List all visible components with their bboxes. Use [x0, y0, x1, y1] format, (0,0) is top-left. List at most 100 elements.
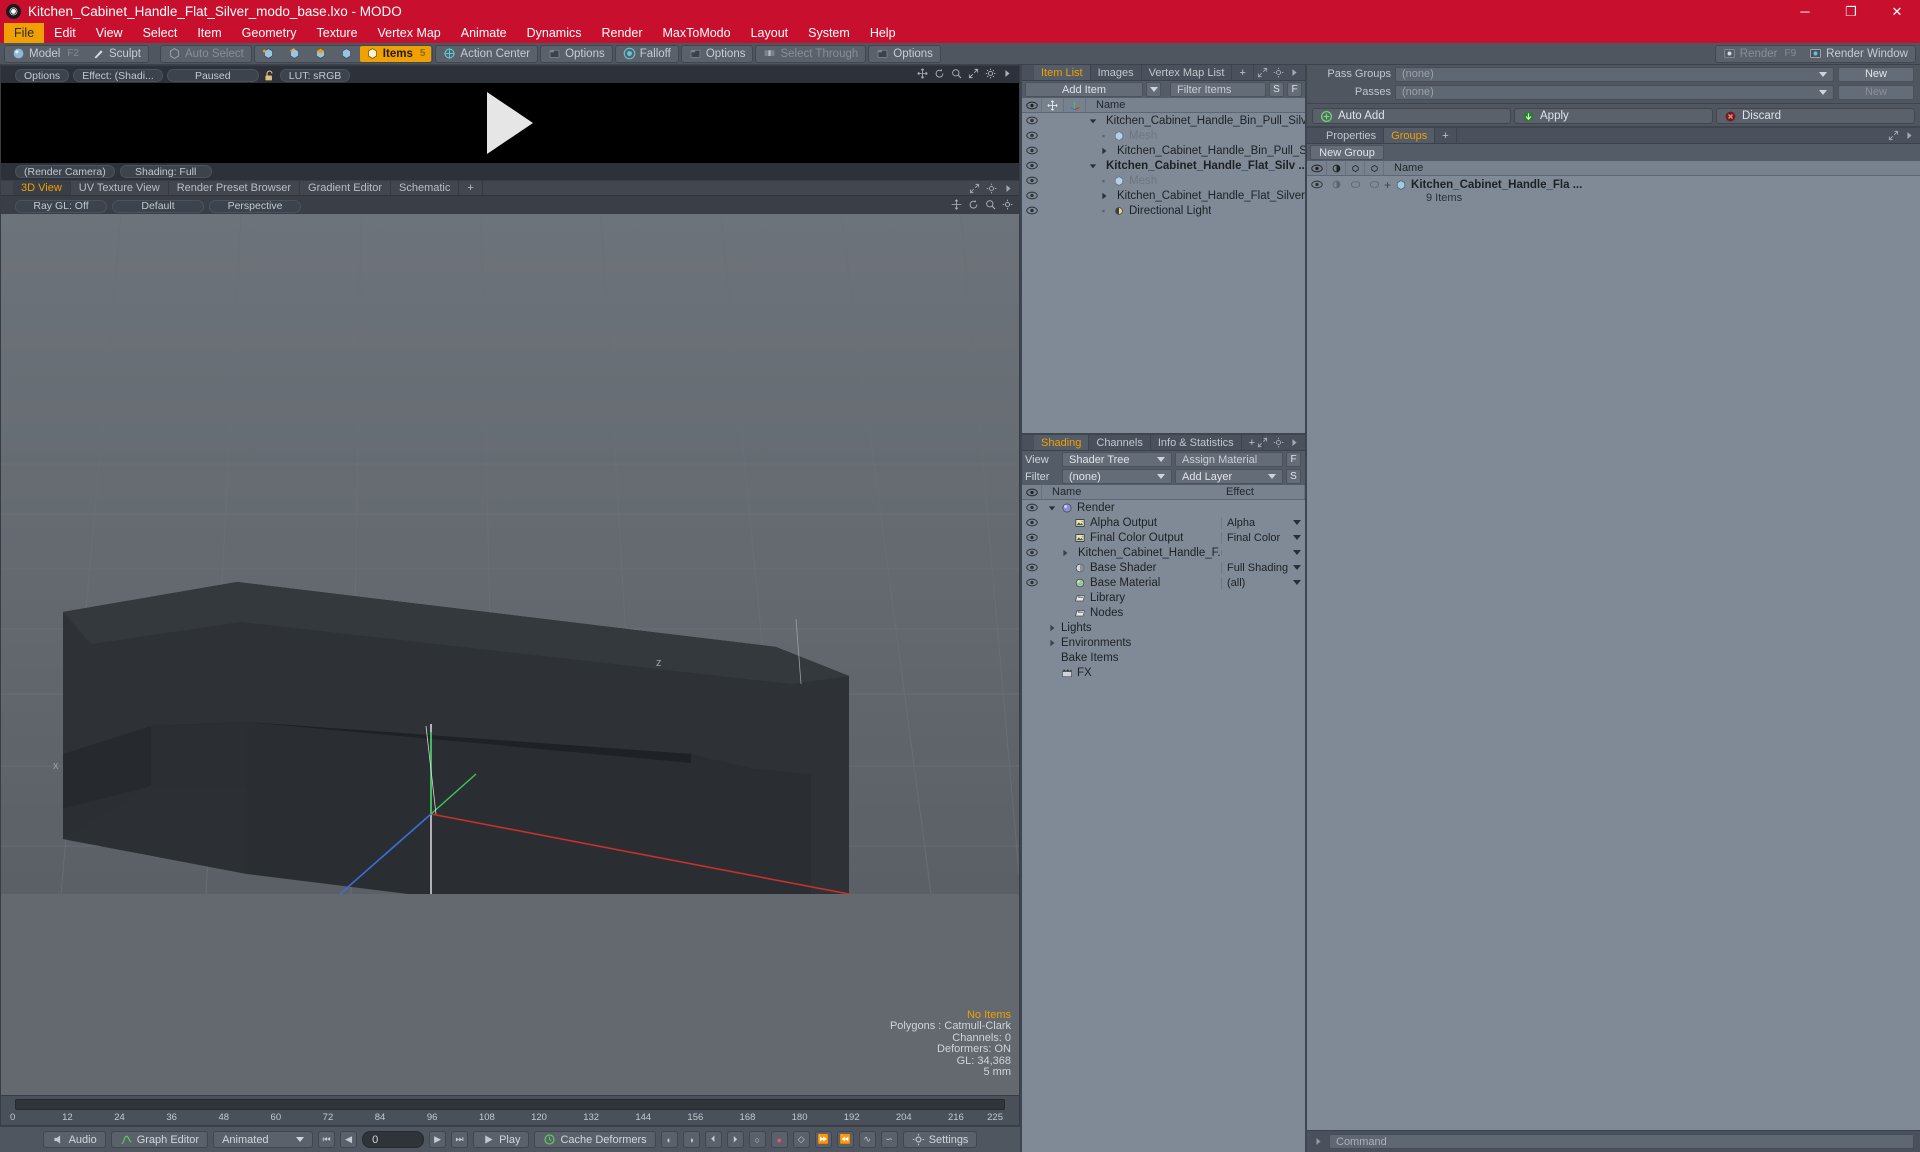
key-next-icon[interactable]: ⏵ — [726, 1131, 744, 1148]
menu-item-render[interactable]: Render — [592, 23, 653, 43]
shader-tree-row[interactable]: FX — [1022, 665, 1305, 680]
item-list-row[interactable]: Kitchen_Cabinet_Handle_Flat_Silv ... — [1022, 158, 1305, 173]
step-back-button[interactable]: ◀ — [340, 1131, 358, 1148]
tab-gradient-editor[interactable]: Gradient Editor — [300, 181, 391, 195]
minimize-button[interactable]: ─ — [1782, 0, 1828, 23]
shader-tree-row[interactable]: Render — [1022, 500, 1305, 515]
tab-images[interactable]: Images — [1091, 65, 1142, 80]
graph-editor-button[interactable]: Graph Editor — [110, 1131, 209, 1148]
action-center-button[interactable]: Action Center — [437, 46, 536, 62]
expand-plus-icon[interactable]: + — [1384, 178, 1391, 192]
polygon-mode-icon[interactable] — [308, 46, 333, 62]
tab-info-statistics[interactable]: Info & Statistics — [1151, 435, 1242, 450]
menu-item-geometry[interactable]: Geometry — [232, 23, 307, 43]
row-visibility-toggle[interactable] — [1022, 578, 1042, 587]
twisty-right-icon[interactable] — [1046, 624, 1057, 632]
current-frame-field[interactable]: 0 — [362, 1131, 425, 1148]
menu-item-file[interactable]: File — [4, 23, 45, 43]
panel-menu-arrow-icon[interactable] — [1904, 130, 1915, 141]
shader-tree-row[interactable]: Alpha Output Alpha — [1022, 515, 1305, 530]
model-mode-button[interactable]: Model F2 — [6, 46, 85, 62]
group-row[interactable]: + Kitchen_Cabinet_Handle_Fla ... 9 Items — [1307, 176, 1920, 204]
expand-arrow-icon[interactable] — [1002, 68, 1013, 79]
shader-tree-row[interactable]: Lights — [1022, 620, 1305, 635]
row-visibility-toggle[interactable] — [1022, 206, 1042, 215]
material-mode-icon[interactable] — [334, 46, 359, 62]
add-layer-dropdown[interactable]: Add Layer — [1175, 469, 1283, 484]
fit-icon[interactable] — [968, 68, 979, 79]
menu-item-select[interactable]: Select — [133, 23, 188, 43]
panel-menu-arrow-icon[interactable] — [1289, 67, 1300, 78]
item-list-row[interactable]: ▪ Directional Light — [1022, 203, 1305, 218]
close-button[interactable]: ✕ — [1874, 0, 1920, 23]
passes-dropdown[interactable]: (none) — [1395, 84, 1834, 100]
row-effect-cell[interactable] — [1221, 550, 1305, 555]
menu-item-view[interactable]: View — [86, 23, 133, 43]
item-list-row[interactable]: Kitchen_Cabinet_Handle_Bin_Pull_Silv ... — [1022, 143, 1305, 158]
edge-mode-icon[interactable] — [282, 46, 307, 62]
menu-item-edit[interactable]: Edit — [44, 23, 86, 43]
item-list-s-button[interactable]: S — [1269, 82, 1284, 97]
group-wire-toggle[interactable] — [1346, 177, 1365, 192]
shader-tree[interactable]: Render Alpha Output Alpha Final Color Outpu… — [1022, 500, 1305, 1152]
step-forward-button[interactable]: ▶ — [429, 1131, 447, 1148]
groups-tree[interactable]: + Kitchen_Cabinet_Handle_Fla ... 9 Items — [1307, 176, 1920, 1130]
row-visibility-toggle[interactable] — [1022, 533, 1042, 542]
curve-mode-2-icon[interactable]: ∽ — [880, 1131, 898, 1148]
twisty-right-icon[interactable] — [1098, 147, 1109, 155]
assign-material-button[interactable]: Assign Material — [1175, 452, 1283, 467]
shading-mode-selector[interactable]: Shading: Full — [119, 165, 212, 178]
item-list-tree[interactable]: Kitchen_Cabinet_Handle_Bin_Pull_Silver .… — [1022, 113, 1305, 433]
pass-groups-dropdown[interactable]: (none) — [1395, 66, 1834, 82]
preview-lut-button[interactable]: LUT: sRGB — [279, 69, 351, 82]
items-mode-button[interactable]: Items 5 — [359, 45, 432, 62]
menu-item-item[interactable]: Item — [187, 23, 231, 43]
tab-channels[interactable]: Channels — [1089, 435, 1151, 450]
key-prev-icon[interactable]: ⏴ — [704, 1131, 722, 1148]
key-add-icon[interactable]: ◇ — [792, 1131, 810, 1148]
tab-[interactable]: + — [1232, 65, 1254, 80]
settings-button[interactable]: Settings — [902, 1131, 978, 1148]
expand-panel-icon[interactable] — [1888, 130, 1899, 141]
menu-item-layout[interactable]: Layout — [741, 23, 799, 43]
go-to-end-button[interactable]: ⏭ — [451, 1131, 469, 1148]
move-icon[interactable] — [951, 199, 962, 210]
row-visibility-toggle[interactable] — [1022, 191, 1042, 200]
command-input[interactable]: Command — [1329, 1134, 1914, 1149]
row-visibility-toggle[interactable] — [1022, 176, 1042, 185]
menu-item-help[interactable]: Help — [860, 23, 906, 43]
tab-vertex-map-list[interactable]: Vertex Map List — [1142, 65, 1233, 80]
tab-render-preset-browser[interactable]: Render Preset Browser — [169, 181, 301, 195]
render-camera-selector[interactable]: (Render Camera) — [15, 165, 115, 178]
filter-items-input[interactable]: Filter Items — [1170, 82, 1266, 97]
zoom-icon[interactable] — [985, 199, 996, 210]
menu-item-dynamics[interactable]: Dynamics — [517, 23, 592, 43]
vertex-mode-icon[interactable] — [256, 46, 281, 62]
menu-item-system[interactable]: System — [798, 23, 860, 43]
expand-panel-icon[interactable] — [1257, 67, 1268, 78]
row-effect-cell[interactable]: Final Color — [1221, 531, 1305, 544]
row-effect-cell[interactable]: Full Shading — [1221, 561, 1305, 574]
render-button[interactable]: Render F9 — [1717, 46, 1802, 62]
item-list-f-button[interactable]: F — [1287, 82, 1302, 97]
row-visibility-toggle[interactable] — [1022, 548, 1042, 557]
tab-[interactable]: + — [1435, 128, 1457, 143]
falloff-button[interactable]: Falloff — [617, 46, 677, 62]
shading-filter-dropdown[interactable]: (none) — [1062, 469, 1172, 484]
gear-icon[interactable] — [985, 68, 996, 79]
curve-mode-icon[interactable]: ∿ — [858, 1131, 876, 1148]
tab-item-list[interactable]: Item List — [1034, 65, 1091, 80]
timeline[interactable]: 0 12 24 36 48 60 72 84 96 108 120 132 144 156 168 180 19… — [0, 1096, 1020, 1126]
menu-item-texture[interactable]: Texture — [307, 23, 368, 43]
item-list-row[interactable]: ▪ Mesh — [1022, 173, 1305, 188]
key-delete-icon[interactable]: ○ — [748, 1131, 766, 1148]
viewport-control-perspective[interactable]: Perspective — [209, 199, 301, 213]
timeline-scrub-bar[interactable] — [15, 1099, 1005, 1110]
shading-s-button[interactable]: S — [1286, 469, 1301, 484]
gear-icon[interactable] — [986, 183, 997, 194]
rotate-icon[interactable] — [934, 68, 945, 79]
record-key-icon[interactable]: ● — [770, 1131, 788, 1148]
shader-tree-row[interactable]: Base Shader Full Shading — [1022, 560, 1305, 575]
row-visibility-toggle[interactable] — [1022, 563, 1042, 572]
preview-options-button[interactable]: Options — [15, 69, 70, 82]
